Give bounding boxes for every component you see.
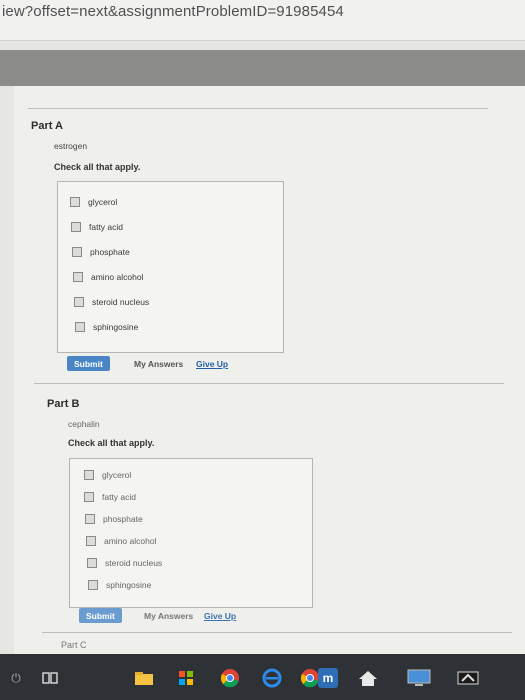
option-phosphate[interactable]: phosphate: [58, 244, 130, 260]
checkbox[interactable]: [85, 514, 95, 524]
part-b-options: glycerol fatty acid phosphate amino alco…: [69, 458, 313, 608]
chrome-icon[interactable]: [220, 668, 240, 688]
option-fatty-acid[interactable]: fatty acid: [58, 219, 123, 235]
home-icon[interactable]: [358, 668, 378, 688]
checkbox[interactable]: [72, 247, 82, 257]
taskbar: ⏻ m: [0, 654, 525, 700]
part-b-submit-button[interactable]: Submit: [79, 608, 122, 623]
checkbox[interactable]: [75, 322, 85, 332]
option-label: amino alcohol: [91, 272, 144, 282]
part-a-options: glycerol fatty acid phosphate amino alco…: [57, 181, 284, 353]
problem-page: Part A estrogen Check all that apply. gl…: [14, 86, 525, 654]
network-icon[interactable]: [456, 668, 480, 688]
mail-icon[interactable]: m: [318, 668, 338, 688]
option-label: glycerol: [102, 470, 132, 480]
option-sphingosine[interactable]: sphingosine: [58, 319, 138, 335]
option-fatty-acid[interactable]: fatty acid: [70, 489, 136, 505]
part-b-give-up-link[interactable]: Give Up: [204, 611, 236, 621]
checkbox[interactable]: [88, 580, 98, 590]
option-label: phosphate: [103, 514, 143, 524]
checkbox[interactable]: [73, 272, 83, 282]
option-glycerol[interactable]: glycerol: [58, 194, 117, 210]
part-b-title: Part B: [47, 398, 80, 410]
option-glycerol[interactable]: glycerol: [70, 467, 131, 483]
option-amino-alcohol[interactable]: amino alcohol: [58, 269, 143, 285]
option-label: phosphate: [90, 247, 130, 257]
part-b-my-answers-link[interactable]: My Answers: [144, 611, 193, 621]
checkbox[interactable]: [74, 297, 84, 307]
option-phosphate[interactable]: phosphate: [70, 511, 143, 527]
option-label: glycerol: [88, 197, 118, 207]
part-c-title: Part C: [61, 640, 87, 650]
option-steroid-nucleus[interactable]: steroid nucleus: [58, 294, 149, 310]
part-a-give-up-link[interactable]: Give Up: [196, 359, 228, 369]
checkbox[interactable]: [71, 222, 81, 232]
option-steroid-nucleus[interactable]: steroid nucleus: [70, 555, 162, 571]
option-amino-alcohol[interactable]: amino alcohol: [70, 533, 156, 549]
option-label: sphingosine: [93, 322, 139, 332]
option-sphingosine[interactable]: sphingosine: [70, 577, 151, 593]
power-icon[interactable]: ⏻: [6, 668, 26, 688]
option-label: steroid nucleus: [92, 297, 150, 307]
checkbox[interactable]: [87, 558, 97, 568]
part-a-my-answers-link[interactable]: My Answers: [134, 359, 183, 369]
browser-address-bar[interactable]: iew?offset=next&assignmentProblemID=9198…: [0, 0, 525, 41]
task-view-icon[interactable]: [40, 668, 60, 688]
option-label: fatty acid: [102, 492, 137, 502]
part-a-submit-button[interactable]: Submit: [67, 356, 110, 371]
store-icon[interactable]: [176, 668, 196, 688]
divider: [42, 632, 512, 633]
checkbox[interactable]: [84, 492, 94, 502]
header-band: [0, 50, 525, 86]
part-a-title: Part A: [31, 120, 63, 132]
monitor-icon[interactable]: [406, 668, 432, 688]
checkbox[interactable]: [86, 536, 96, 546]
part-a-instruction: Check all that apply.: [54, 162, 141, 172]
checkbox[interactable]: [70, 197, 80, 207]
option-label: steroid nucleus: [105, 558, 163, 568]
url-text[interactable]: iew?offset=next&assignmentProblemID=9198…: [2, 3, 344, 20]
part-b-term: cephalin: [68, 419, 100, 429]
ie-icon[interactable]: [262, 668, 282, 688]
divider: [28, 108, 488, 109]
folder-icon[interactable]: [134, 668, 154, 688]
option-label: sphingosine: [106, 580, 152, 590]
divider: [34, 383, 504, 384]
option-label: amino alcohol: [104, 536, 157, 546]
part-a-term: estrogen: [54, 141, 88, 151]
chrome-icon[interactable]: [300, 668, 320, 688]
part-b-instruction: Check all that apply.: [68, 438, 155, 448]
checkbox[interactable]: [84, 470, 94, 480]
option-label: fatty acid: [89, 222, 124, 232]
